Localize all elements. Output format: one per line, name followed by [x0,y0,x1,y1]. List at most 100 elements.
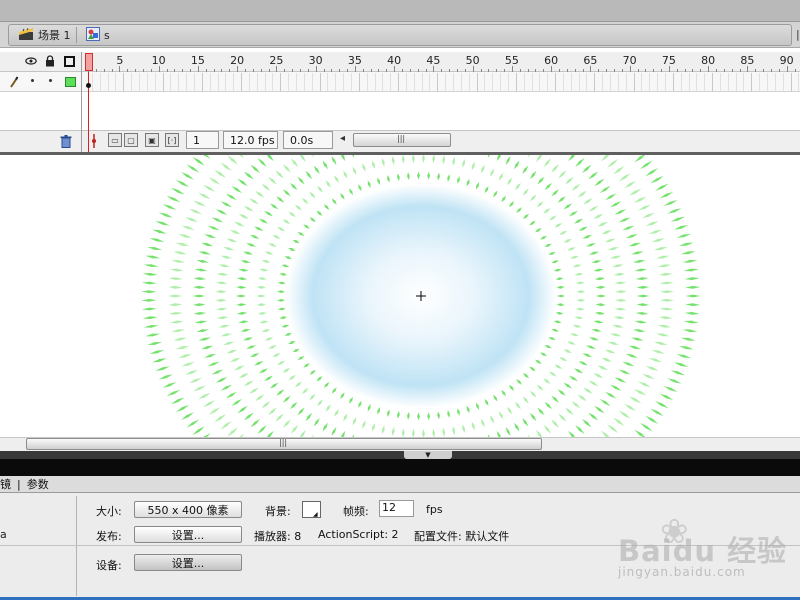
frame-cell [664,73,666,91]
frame-cell [146,73,148,91]
frame-cell [680,73,682,91]
frame-cell [303,73,305,91]
ring-dash [628,242,641,247]
ring-dash [659,290,674,294]
ring-dash [243,171,254,180]
outline-icon[interactable] [64,56,75,67]
breadcrumb-symbol[interactable]: s [86,26,110,44]
ring-dash [358,400,362,408]
ring-dash [256,285,266,289]
playhead[interactable] [85,53,93,71]
ruler-tick [700,69,702,72]
frame-cell [782,73,784,91]
ring-dash [645,415,659,424]
ring-dash [529,390,537,398]
ring-dash [168,285,183,289]
ruler-tick [480,69,482,72]
publish-settings-button[interactable]: 设置... [134,526,242,543]
ring-dash [487,155,492,158]
edit-multiple-frames-icon[interactable]: ▣ [145,133,159,147]
ring-dash [556,303,565,307]
ring-dash [553,320,562,324]
ring-dash [614,281,627,285]
ring-dash [155,220,170,226]
trash-icon[interactable] [59,134,73,148]
frame-cell [91,73,93,91]
ring-dash [601,357,613,362]
scroll-left-arrow-icon[interactable]: ◂ [340,133,345,144]
frame-cell [162,73,164,91]
keyframe-marker[interactable] [86,83,91,88]
ring-dash [559,230,568,236]
ring-dash [238,268,249,272]
ruler-tick [598,69,600,72]
ring-dash [594,178,605,187]
ring-dash [246,345,257,349]
ring-dash [349,396,353,404]
breadcrumb-scene[interactable]: 场景 1 [18,26,71,44]
ruler-tick [205,69,207,72]
ring-dash [261,183,271,191]
ring-dash [594,405,605,414]
ring-dash [466,405,470,414]
ring-dash [301,197,309,205]
ring-dash [231,398,243,407]
ring-dash [238,213,249,220]
stage[interactable] [0,155,800,437]
ring-dash [141,298,157,302]
ring-dash [527,155,535,158]
ring-dash [250,164,261,174]
ring-dash [367,404,371,412]
ring-dash [246,243,257,247]
background-color-swatch[interactable] [302,501,321,518]
ring-dash [305,170,313,180]
ring-dash [570,333,579,337]
lock-dot[interactable] [49,79,52,82]
ring-dash [597,365,608,371]
ring-dash [316,376,323,382]
ring-dash [548,252,556,255]
ruler-tick [551,66,553,72]
ring-dash [599,185,611,194]
ring-dash [678,242,694,246]
frame-cell [241,73,243,91]
tab-filters-partial[interactable]: 镜 [0,476,11,492]
ring-dash [243,412,254,421]
ruler-tick [535,69,537,72]
frame-cell [790,73,792,91]
eye-icon[interactable] [25,55,37,67]
ring-dash [578,226,588,232]
ring-dash [207,225,220,231]
device-settings-button[interactable]: 设置... [134,554,242,571]
ring-dash [684,312,700,315]
ring-dash [577,190,587,198]
ring-dash [198,155,211,159]
ring-dash [192,303,206,307]
ring-dash [427,171,430,180]
ring-dash [261,329,271,332]
ring-dash [563,349,572,354]
ring-dash [573,368,584,374]
ring-dash [555,311,564,315]
collapse-arrow-icon[interactable]: ▼ [404,451,452,459]
ring-dash [143,264,159,267]
frame-rate-input[interactable]: 12 [379,500,414,517]
ring-dash [331,155,337,166]
ring-dash [193,200,206,207]
ring-dash [158,212,173,218]
onion-skin-outlines-icon[interactable]: ▢ [124,133,138,147]
ring-dash [493,394,498,402]
ring-dash [152,358,167,363]
document-name-partial: a [0,528,7,541]
lock-icon[interactable] [44,55,56,67]
ring-dash [238,372,249,379]
center-frame-icon[interactable] [91,134,97,148]
modify-onion-markers-icon[interactable]: [·] [165,133,179,147]
visibility-dot[interactable] [31,79,34,82]
layer-outline-color-swatch[interactable] [65,77,76,87]
tab-parameters[interactable]: 参数 [27,476,49,492]
ring-dash [568,430,577,437]
onion-skin-icon[interactable]: ▭ [108,133,122,147]
size-button[interactable]: 550 x 400 像素 [134,501,242,518]
frame-cell [390,73,392,91]
